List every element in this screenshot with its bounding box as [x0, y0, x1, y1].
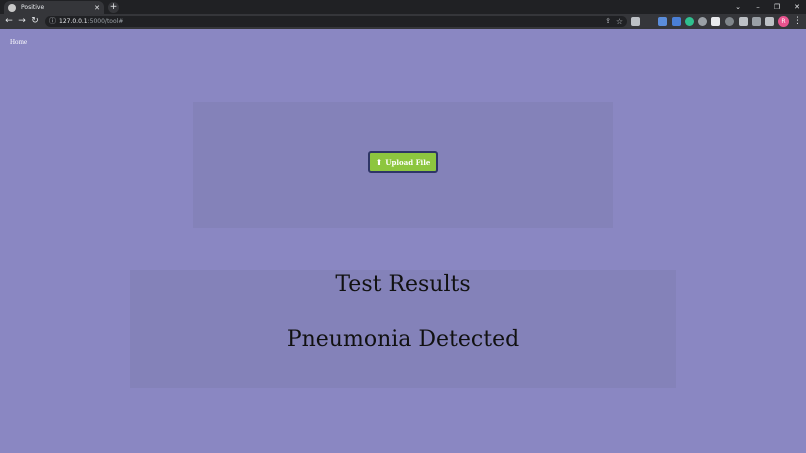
new-tab-button[interactable]: + — [108, 2, 119, 13]
address-url: 127.0.0.1:5000/tool# — [59, 17, 123, 26]
reading-list-icon[interactable] — [752, 17, 761, 26]
globe-icon — [8, 3, 16, 12]
browser-toolbar: ← → ↻ ⓘ 127.0.0.1:5000/tool# ⇪ ☆ — [0, 14, 806, 29]
upload-file-button[interactable]: ⬆ Upload File — [368, 151, 438, 173]
browser-tab[interactable]: Positive ✕ — [4, 1, 104, 14]
results-value: Pneumonia Detected — [286, 327, 520, 352]
address-bar[interactable]: ⓘ 127.0.0.1:5000/tool# ⇪ ☆ — [45, 16, 627, 27]
extension-icon[interactable] — [658, 17, 667, 26]
profile-avatar[interactable]: R — [778, 16, 789, 27]
share-icon[interactable]: ⇪ — [605, 16, 611, 27]
results-panel: Test Results Pneumonia Detected — [130, 270, 676, 388]
upload-button-label: Upload File — [385, 157, 431, 167]
tab-close-icon[interactable]: ✕ — [94, 4, 100, 12]
reload-icon[interactable]: ↻ — [29, 14, 41, 29]
browser-tab-strip: Positive ✕ + ⌄ – ❐ ✕ — [0, 0, 806, 14]
back-arrow-icon[interactable]: ← — [3, 14, 15, 29]
results-title: Test Results — [335, 272, 471, 297]
site-info-icon[interactable]: ⓘ — [49, 17, 56, 26]
bookmark-star-icon[interactable]: ☆ — [616, 16, 623, 27]
minimize-button[interactable]: – — [750, 0, 766, 14]
extension-icon[interactable] — [672, 17, 681, 26]
url-path: :5000/tool# — [87, 18, 124, 25]
tab-title: Positive — [21, 4, 45, 11]
upload-icon: ⬆ — [375, 157, 383, 167]
side-panel-icon[interactable] — [765, 17, 774, 26]
restore-button[interactable]: ❐ — [769, 0, 785, 14]
extension-icon[interactable] — [698, 17, 707, 26]
forward-arrow-icon[interactable]: → — [16, 14, 28, 29]
puzzle-icon[interactable] — [739, 17, 748, 26]
url-host: 127.0.0.1 — [59, 18, 88, 25]
extension-icon[interactable] — [631, 17, 640, 26]
extension-icon[interactable] — [685, 17, 694, 26]
close-window-button[interactable]: ✕ — [789, 0, 805, 14]
tab-search-icon[interactable]: ⌄ — [730, 0, 746, 14]
extension-icon[interactable] — [711, 17, 720, 26]
extension-icon[interactable] — [725, 17, 734, 26]
home-link[interactable]: Home — [10, 38, 27, 46]
menu-kebab-icon[interactable]: ⋮ — [793, 14, 802, 29]
